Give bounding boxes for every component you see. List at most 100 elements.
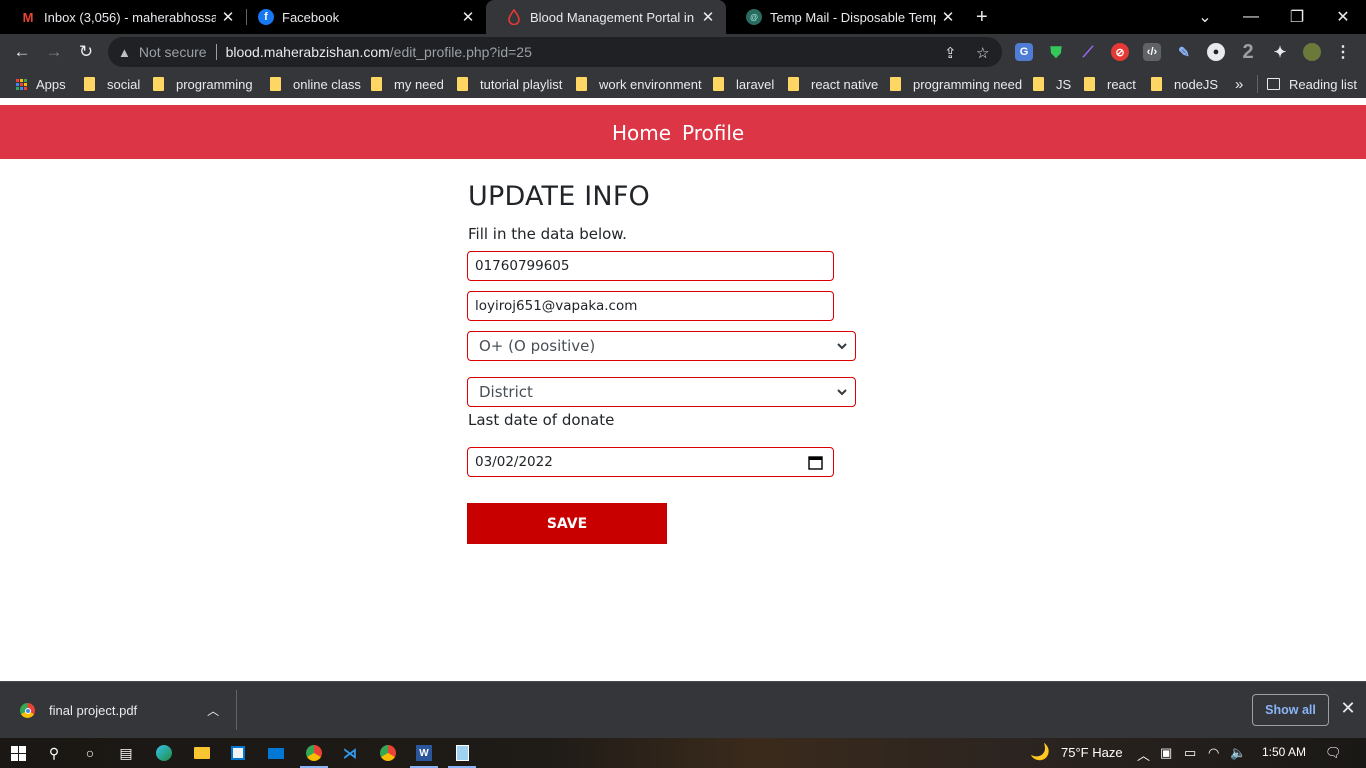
tab-title: Temp Mail - Disposable Tempora	[770, 9, 936, 25]
file-explorer-icon[interactable]	[192, 743, 212, 763]
close-icon[interactable]: ✕	[696, 8, 720, 26]
tab-search-chevron-icon[interactable]: ⌄	[1182, 0, 1228, 34]
reading-list[interactable]: Reading list	[1267, 75, 1357, 93]
tab-title: Inbox (3,056) - maherabhossain1	[44, 9, 216, 25]
bookmark-folder[interactable]: programming	[153, 75, 253, 93]
close-icon[interactable]: ✕	[936, 8, 960, 26]
tab-title: Blood Management Portal in Ban	[530, 9, 696, 25]
bookmarks-bar: Apps social programming online class my …	[0, 70, 1366, 98]
task-view-icon[interactable]: ▤	[116, 743, 136, 763]
volume-icon[interactable]: 🔈	[1230, 745, 1246, 761]
bookmark-folder[interactable]: nodeJS	[1151, 75, 1218, 93]
minimize-icon[interactable]: —	[1228, 0, 1274, 34]
word-icon[interactable]: W	[410, 743, 438, 768]
bookmark-folder[interactable]: social	[84, 75, 140, 93]
windows-taskbar: ⚲ ○ ▤ ⋊ W 🌙 75°F Haze ︿ ▣ ▭ ◠ 🔈 1:50 AM …	[0, 738, 1366, 768]
phone-field[interactable]: 01760799605	[467, 251, 834, 281]
notifications-icon[interactable]: 🗨	[1325, 745, 1342, 761]
new-tab-button[interactable]: +	[970, 0, 1004, 34]
extension-badge[interactable]: 2	[1239, 41, 1257, 63]
windows-start-icon[interactable]	[8, 743, 28, 763]
back-arrow-icon[interactable]: ←	[8, 38, 36, 66]
show-all-button[interactable]: Show all	[1252, 694, 1329, 726]
wifi-icon[interactable]: ◠	[1208, 745, 1219, 761]
bookmark-folder[interactable]: my need	[371, 75, 444, 93]
download-item[interactable]: final project.pdf ︿	[20, 702, 219, 719]
site-navbar: Home Profile	[0, 105, 1366, 159]
clock-time[interactable]: 1:50 AM	[1262, 745, 1306, 759]
tab-gmail[interactable]: M Inbox (3,056) - maherabhossain1 ✕	[0, 0, 246, 34]
code-icon[interactable]: ‹/›	[1143, 43, 1161, 61]
reading-list-icon	[1267, 78, 1280, 90]
bookmark-label: tutorial playlist	[480, 76, 563, 92]
blood-group-select[interactable]: O+ (O positive)	[467, 331, 856, 361]
eyedropper-icon[interactable]: ✎	[1175, 43, 1193, 61]
folder-icon	[1033, 77, 1044, 91]
tab-blood-portal[interactable]: Blood Management Portal in Ban ✕	[486, 0, 726, 34]
cortana-icon[interactable]: ○	[80, 743, 100, 763]
bookmark-apps[interactable]: Apps	[16, 75, 66, 93]
forward-arrow-icon[interactable]: →	[40, 38, 68, 66]
edge-icon[interactable]	[154, 743, 174, 763]
chrome-dev-icon[interactable]	[378, 743, 398, 763]
email-field[interactable]: loyiroj651@vapaka.com	[467, 291, 834, 321]
google-translate-icon[interactable]: G	[1015, 43, 1033, 61]
vscode-icon[interactable]: ⋊	[340, 743, 360, 763]
share-icon[interactable]: ⇪	[944, 44, 957, 62]
battery-icon[interactable]: ▭	[1184, 745, 1196, 761]
calendar-icon[interactable]	[808, 455, 823, 470]
close-icon[interactable]: ✕	[1338, 698, 1358, 719]
tray-chevron-up-icon[interactable]: ︿	[1137, 745, 1150, 764]
circle-extension-icon[interactable]: ●	[1207, 43, 1225, 61]
bookmark-folder[interactable]: react	[1084, 75, 1136, 93]
save-button[interactable]: SAVE	[467, 503, 667, 544]
last-donate-date-field[interactable]: 03/02/2022	[467, 447, 834, 477]
form-instructions: Fill in the data below.	[468, 225, 627, 243]
weather-moon-icon[interactable]: 🌙	[1030, 742, 1050, 762]
bookmark-star-icon[interactable]: ☆	[976, 44, 989, 62]
bookmark-folder[interactable]: react native	[788, 75, 878, 93]
search-icon[interactable]: ⚲	[44, 743, 64, 763]
extension-red-icon[interactable]: ⊘	[1111, 43, 1129, 61]
bookmark-folder[interactable]: laravel	[713, 75, 774, 93]
close-icon[interactable]: ✕	[216, 8, 240, 26]
puzzle-extensions-icon[interactable]: ✦	[1271, 43, 1289, 61]
shield-check-icon[interactable]: ⛊	[1047, 43, 1065, 61]
bookmark-folder[interactable]: JS	[1033, 75, 1071, 93]
plus-icon: +	[976, 5, 988, 28]
reload-icon[interactable]: ↻	[72, 38, 100, 66]
folder-icon	[153, 77, 164, 91]
close-icon[interactable]: ✕	[456, 8, 480, 26]
bookmark-label: react	[1107, 76, 1136, 92]
bookmark-folder[interactable]: work environment	[576, 75, 702, 93]
bookmark-folder[interactable]: online class	[270, 75, 361, 93]
weather-text[interactable]: 75°F Haze	[1061, 745, 1123, 760]
notepad-icon[interactable]	[448, 743, 476, 768]
bookmark-folder[interactable]: programming need	[890, 75, 1022, 93]
chevron-up-icon[interactable]: ︿	[207, 702, 219, 719]
meet-now-icon[interactable]: ▣	[1160, 745, 1172, 761]
bookmark-folder[interactable]: tutorial playlist	[457, 75, 562, 93]
feather-icon[interactable]: ⟋	[1079, 43, 1097, 61]
chrome-taskbar-icon[interactable]	[300, 743, 328, 768]
tab-facebook[interactable]: f Facebook ✕	[238, 0, 486, 34]
restore-icon[interactable]: ❐	[1274, 0, 1320, 34]
profile-avatar[interactable]	[1303, 43, 1321, 61]
blood-drop-icon	[506, 9, 522, 25]
tab-tempmail[interactable]: @ Temp Mail - Disposable Tempora ✕	[726, 0, 966, 34]
bookmark-label: nodeJS	[1174, 76, 1219, 92]
bookmark-label: react native	[811, 76, 879, 92]
folder-icon	[457, 77, 468, 91]
nav-profile-link[interactable]: Profile	[682, 121, 744, 145]
nav-home-link[interactable]: Home	[612, 121, 671, 145]
store-icon[interactable]	[228, 743, 248, 763]
security-indicator[interactable]: Not secure	[139, 44, 207, 60]
bookmark-label: JS	[1056, 76, 1072, 92]
address-bar[interactable]: ▲ Not secure blood.maherabzishan.com /ed…	[108, 37, 1002, 67]
kebab-menu-icon[interactable]: ⋮	[1334, 43, 1352, 61]
mail-icon[interactable]	[266, 743, 286, 763]
apps-grid-icon	[16, 78, 27, 90]
window-close-icon[interactable]: ✕	[1320, 0, 1366, 34]
bookmarks-overflow-chevron-icon[interactable]: »	[1235, 75, 1243, 93]
district-select[interactable]: District	[467, 377, 856, 407]
